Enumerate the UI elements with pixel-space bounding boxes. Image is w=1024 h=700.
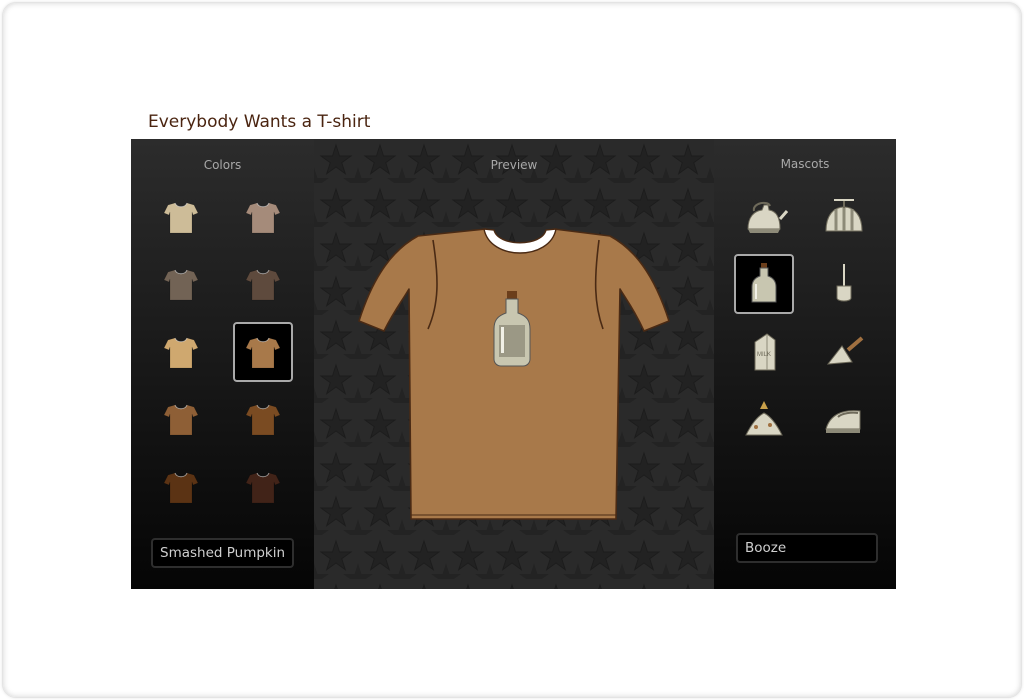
- propeller-cap-icon: [825, 199, 863, 232]
- tshirt-icon: [163, 202, 199, 234]
- mascot-shovel[interactable]: [814, 254, 874, 314]
- mascot-volcano[interactable]: [734, 389, 794, 449]
- tshirt-icon: [163, 269, 199, 301]
- mascot-name-field[interactable]: Booze: [736, 533, 878, 563]
- shovel-icon: [836, 264, 852, 302]
- color-swatch[interactable]: [151, 187, 211, 247]
- color-swatch[interactable]: [151, 457, 211, 517]
- mascots-heading: Mascots: [780, 157, 830, 171]
- color-swatch[interactable]: [233, 457, 293, 517]
- iron-icon: [825, 410, 861, 433]
- mascot-propeller-cap[interactable]: [814, 187, 874, 247]
- tshirt-icon: [245, 337, 281, 369]
- preview-panel: Preview: [314, 139, 714, 589]
- tshirt-icon: [163, 337, 199, 369]
- mascot-milk-carton[interactable]: MILK: [734, 322, 794, 382]
- color-swatch[interactable]: [233, 254, 293, 314]
- color-swatch[interactable]: [233, 389, 293, 449]
- colors-heading: Colors: [203, 158, 242, 172]
- color-swatch[interactable]: [233, 322, 293, 382]
- tshirt-designer: Colors Smashed Pumpkin Preview Mascots M…: [131, 139, 896, 589]
- tshirt-icon: [163, 404, 199, 436]
- page-title: Everybody Wants a T-shirt: [148, 112, 371, 132]
- milk-carton-icon: MILK: [754, 333, 776, 371]
- kettle-icon: [747, 201, 788, 233]
- svg-text:MILK: MILK: [757, 352, 771, 358]
- trowel-icon: [826, 336, 864, 365]
- tshirt-preview: [358, 228, 670, 520]
- color-swatch[interactable]: [151, 389, 211, 449]
- color-name-field[interactable]: Smashed Pumpkin: [151, 538, 294, 568]
- volcano-icon: [745, 401, 783, 436]
- mascot-trowel[interactable]: [814, 322, 874, 382]
- mascot-kettle[interactable]: [734, 187, 794, 247]
- tshirt-icon: [163, 472, 199, 504]
- tshirt-icon: [245, 472, 281, 504]
- mascot-iron[interactable]: [814, 389, 874, 449]
- tshirt-icon: [245, 202, 281, 234]
- color-swatch[interactable]: [151, 322, 211, 382]
- mascot-bottle[interactable]: [734, 254, 794, 314]
- tshirt-icon: [245, 269, 281, 301]
- mascots-panel: Mascots MILK Booze: [714, 139, 896, 589]
- tshirt-icon: [245, 404, 281, 436]
- color-swatch[interactable]: [151, 254, 211, 314]
- bottle-icon: [751, 263, 777, 303]
- color-swatch[interactable]: [233, 187, 293, 247]
- colors-panel: Colors Smashed Pumpkin: [131, 139, 314, 589]
